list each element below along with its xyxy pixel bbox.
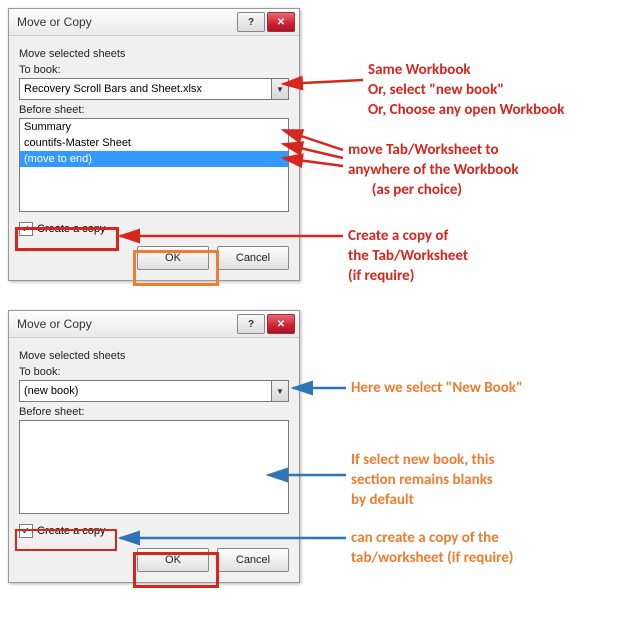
before-sheet-list[interactable]: Summary countifs-Master Sheet (move to e… [19,118,289,212]
before-sheet-label: Before sheet: [19,406,289,418]
instruction-label: Move selected sheets [19,350,289,362]
dialog-title: Move or Copy [17,15,92,29]
annotation-can-copy: can create a copy of the tab/worksheet (… [351,528,513,568]
cancel-button[interactable]: Cancel [217,548,289,572]
titlebar: Move or Copy ? ✕ [9,9,299,36]
help-button[interactable]: ? [237,12,265,32]
list-item[interactable]: Summary [20,119,288,135]
to-book-value: (new book) [20,385,271,397]
annotation-create-copy: Create a copy of the Tab/Worksheet (if r… [348,226,468,286]
annotation-move-tab: move Tab/Worksheet to anywhere of the Wo… [348,140,519,200]
create-copy-checkbox[interactable]: ✓ [19,524,33,538]
to-book-label: To book: [19,366,289,378]
close-button[interactable]: ✕ [267,12,295,32]
create-copy-label: Create a copy [37,525,105,537]
ok-button[interactable]: OK [137,246,209,270]
annotation-blank-section: If select new book, this section remains… [351,450,494,510]
move-or-copy-dialog-newbook: Move or Copy ? ✕ Move selected sheets To… [8,310,300,583]
titlebar: Move or Copy ? ✕ [9,311,299,338]
ok-button[interactable]: OK [137,548,209,572]
combo-dropdown-button[interactable]: ▼ [271,381,288,401]
annotation-same-workbook: Same Workbook Or, select "new book" Or, … [368,60,564,120]
list-item[interactable]: (move to end) [20,151,288,167]
move-or-copy-dialog: Move or Copy ? ✕ Move selected sheets To… [8,8,300,281]
combo-dropdown-button[interactable]: ▼ [271,79,288,99]
instruction-label: Move selected sheets [19,48,289,60]
help-button[interactable]: ? [237,314,265,334]
annotation-new-book: Here we select "New Book" [351,378,523,398]
list-item[interactable]: countifs-Master Sheet [20,135,288,151]
to-book-combo[interactable]: Recovery Scroll Bars and Sheet.xlsx ▼ [19,78,289,100]
to-book-label: To book: [19,64,289,76]
create-copy-checkbox[interactable]: ✓ [19,222,33,236]
close-button[interactable]: ✕ [267,314,295,334]
to-book-value: Recovery Scroll Bars and Sheet.xlsx [20,83,271,95]
dialog-title: Move or Copy [17,317,92,331]
before-sheet-label: Before sheet: [19,104,289,116]
to-book-combo[interactable]: (new book) ▼ [19,380,289,402]
create-copy-label: Create a copy [37,223,105,235]
cancel-button[interactable]: Cancel [217,246,289,270]
before-sheet-list-empty[interactable] [19,420,289,514]
